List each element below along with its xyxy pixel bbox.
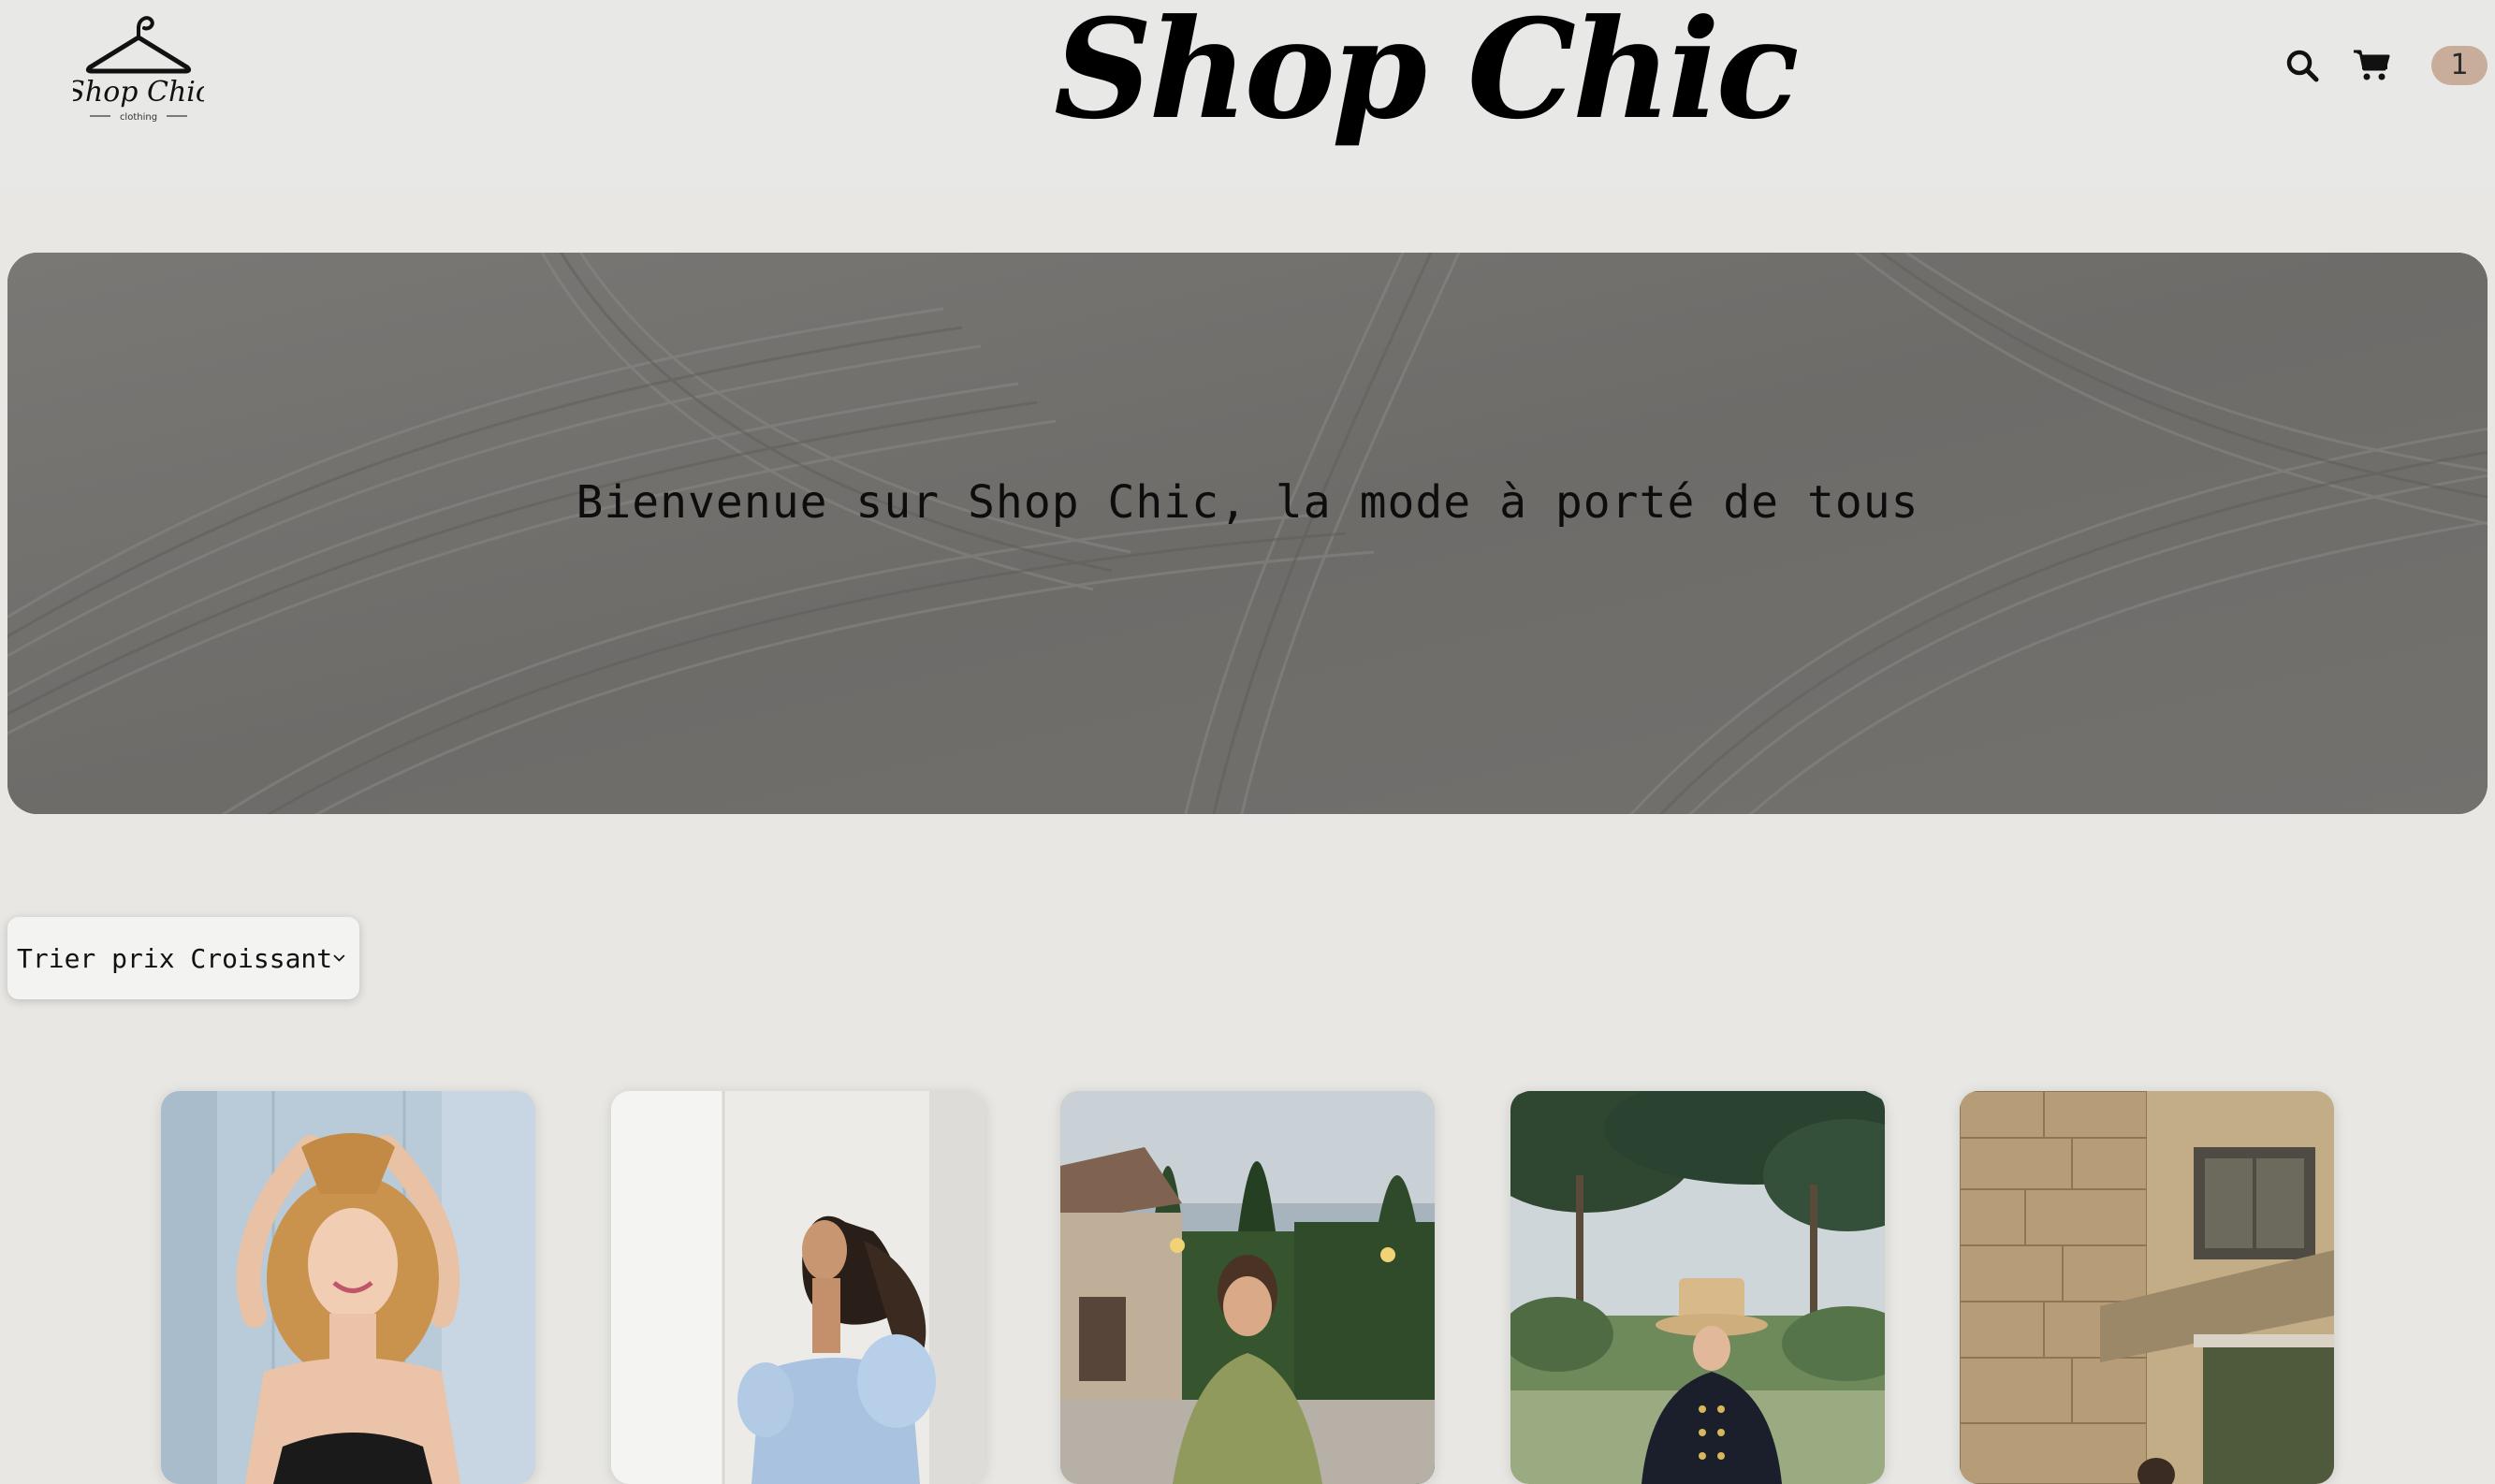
product-card-2[interactable]: [611, 1091, 985, 1484]
hero-welcome-text: Bienvenue sur Shop Chic, la mode à porté…: [576, 476, 1919, 529]
logo-text: Shop Chic: [73, 76, 204, 109]
product-image: [611, 1091, 985, 1484]
brand-title: Shop Chic: [1054, 0, 1800, 150]
cart-count-badge[interactable]: 1: [2431, 46, 2488, 85]
site-header: Shop Chic clothing Shop Chic 1: [0, 0, 2495, 187]
chevron-down-icon: [333, 954, 345, 962]
product-image: [1510, 1091, 1885, 1484]
product-card-1[interactable]: [161, 1091, 535, 1484]
search-icon: [2286, 50, 2319, 82]
sort-price-select[interactable]: Trier prix Croissant: [7, 917, 359, 999]
search-button[interactable]: [2278, 41, 2327, 90]
product-grid: [0, 1091, 2495, 1484]
header-actions: 1: [2278, 41, 2488, 90]
hanger-icon: Shop Chic clothing: [73, 16, 204, 123]
logo-subtext: clothing: [120, 112, 157, 123]
product-card-5[interactable]: [1960, 1091, 2334, 1484]
cart-button[interactable]: [2347, 41, 2396, 90]
sort-selected-value: Trier prix Croissant: [17, 942, 333, 974]
product-image: [161, 1091, 535, 1484]
product-card-3[interactable]: [1060, 1091, 1435, 1484]
hero-banner: Bienvenue sur Shop Chic, la mode à porté…: [7, 253, 2488, 814]
site-logo[interactable]: Shop Chic clothing: [73, 6, 204, 125]
product-card-4[interactable]: [1510, 1091, 1885, 1484]
product-image: [1960, 1091, 2334, 1484]
product-image: [1060, 1091, 1435, 1484]
cart-icon: [2354, 50, 2390, 80]
